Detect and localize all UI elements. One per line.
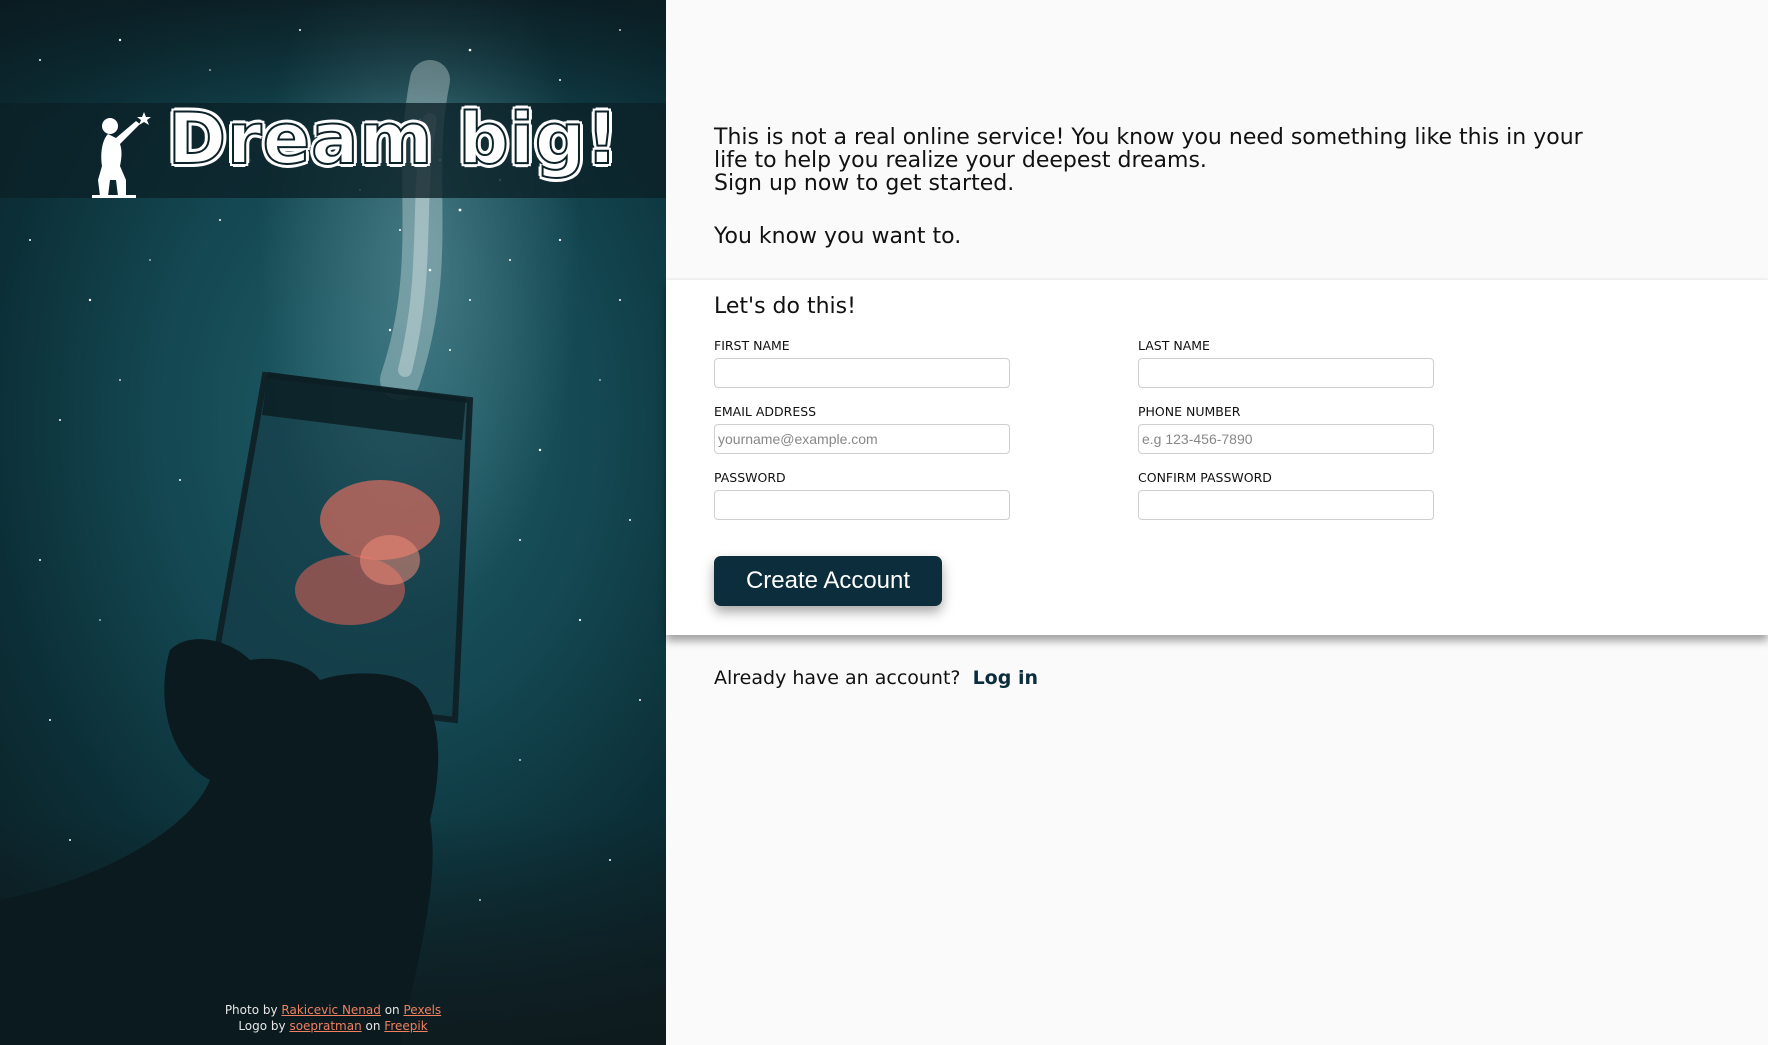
phone-group: PHONE NUMBER	[1138, 404, 1434, 454]
signup-form: Let's do this! FIRST NAME LAST NAME EMAI…	[666, 280, 1768, 635]
photo-credit-line: Photo by Rakicevic Nenad on Pexels	[0, 1002, 666, 1018]
login-link[interactable]: Log in	[973, 667, 1038, 689]
brand-title: Dream big!	[167, 98, 619, 180]
signup-panel: This is not a real online service! You k…	[666, 0, 1768, 1045]
logo-author-link[interactable]: soepratman	[289, 1019, 361, 1033]
phone-input[interactable]	[1138, 424, 1434, 454]
password-group: PASSWORD	[714, 470, 1010, 520]
first-name-input[interactable]	[714, 358, 1010, 388]
form-title: Let's do this!	[714, 294, 856, 319]
last-name-group: LAST NAME	[1138, 338, 1434, 388]
hero-image-panel: Dream big! Photo by Rakicevic Nenad on P…	[0, 0, 666, 1045]
logo-credit-on: on	[365, 1019, 381, 1033]
photo-credit-prefix: Photo by	[224, 1003, 278, 1017]
confirm-password-group: CONFIRM PASSWORD	[1138, 470, 1434, 520]
password-input[interactable]	[714, 490, 1010, 520]
intro-text: This is not a real online service! You k…	[714, 126, 1614, 195]
create-account-button[interactable]: Create Account	[714, 556, 942, 606]
logo-credit-prefix: Logo by	[238, 1019, 286, 1033]
password-label: PASSWORD	[714, 470, 786, 485]
phone-label: PHONE NUMBER	[1138, 404, 1241, 419]
first-name-group: FIRST NAME	[714, 338, 1010, 388]
login-prompt-text: Already have an account?	[714, 667, 961, 689]
email-label: EMAIL ADDRESS	[714, 404, 817, 419]
first-name-label: FIRST NAME	[714, 338, 790, 353]
confirm-password-input[interactable]	[1138, 490, 1434, 520]
confirm-password-label: CONFIRM PASSWORD	[1138, 470, 1272, 485]
photo-site-link[interactable]: Pexels	[404, 1003, 442, 1017]
logo-credit-line: Logo by soepratman on Freepik	[0, 1018, 666, 1034]
logo-site-link[interactable]: Freepik	[384, 1019, 427, 1033]
last-name-input[interactable]	[1138, 358, 1434, 388]
photo-credit-on: on	[384, 1003, 400, 1017]
intro-line-1: This is not a real online service! You k…	[714, 125, 1583, 173]
intro-line-3: You know you want to.	[714, 224, 962, 249]
email-group: EMAIL ADDRESS	[714, 404, 1010, 454]
intro-line-2: Sign up now to get started.	[714, 171, 1015, 196]
photo-author-link[interactable]: Rakicevic Nenad	[281, 1003, 380, 1017]
photo-credits: Photo by Rakicevic Nenad on Pexels Logo …	[0, 1002, 666, 1034]
last-name-label: LAST NAME	[1138, 338, 1210, 353]
login-prompt: Already have an account? Log in	[714, 667, 1038, 689]
email-input[interactable]	[714, 424, 1010, 454]
child-reaching-for-star-icon	[92, 112, 151, 198]
